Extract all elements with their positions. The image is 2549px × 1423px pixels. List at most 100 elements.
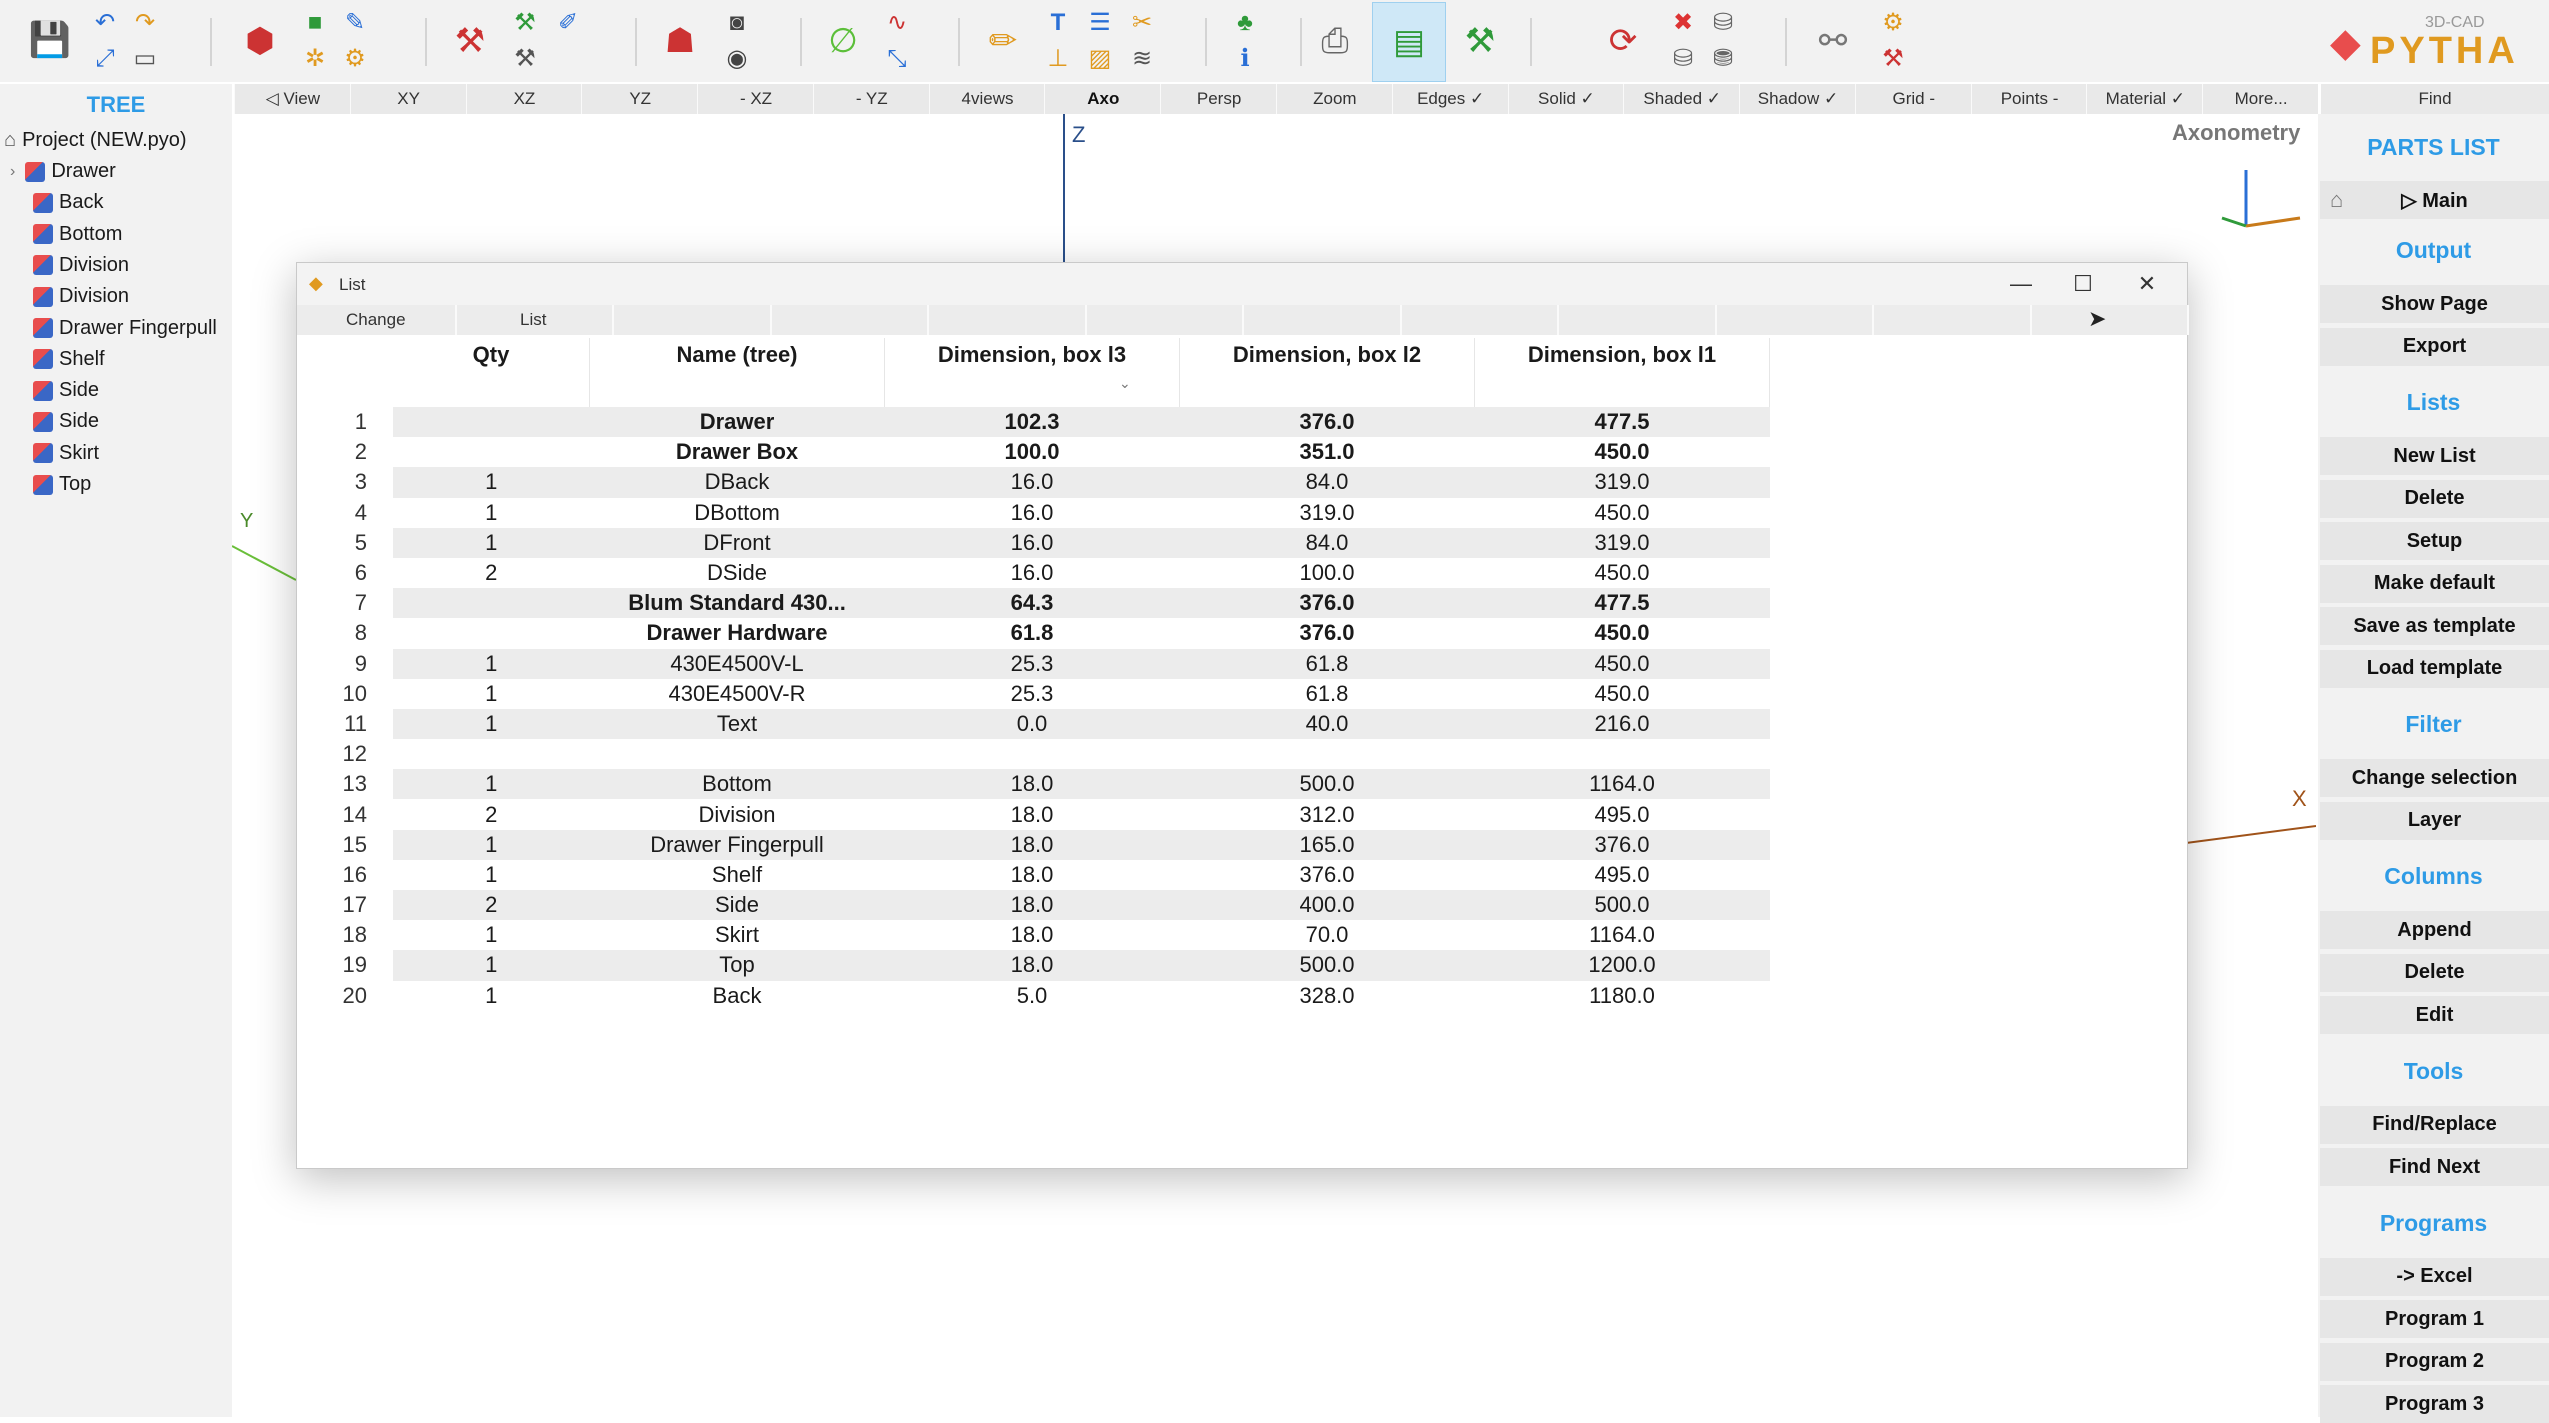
view-button-15[interactable]: Points - bbox=[1970, 84, 2088, 114]
table-row[interactable]: 19 1 Top 18.0 500.0 1200.0 bbox=[297, 950, 1770, 981]
panel-button[interactable]: -> Excel bbox=[2320, 1257, 2549, 1296]
panel-button[interactable]: Edit bbox=[2320, 996, 2549, 1034]
drill-icon[interactable]: ⚒ bbox=[1455, 18, 1505, 64]
panel-button[interactable]: Show Page bbox=[2320, 285, 2549, 323]
curve-icon[interactable]: ∿ bbox=[882, 8, 912, 38]
layers-icon[interactable]: ≋ bbox=[1127, 44, 1157, 74]
table-row[interactable]: 3 1 DBack 16.0 84.0 319.0 bbox=[297, 467, 1770, 498]
angle-icon[interactable]: ∅ bbox=[818, 18, 868, 64]
panel-button[interactable]: Make default bbox=[2320, 564, 2549, 603]
refresh-icon[interactable]: ⟳ bbox=[1598, 18, 1648, 64]
plus-object-icon[interactable]: ■ bbox=[300, 8, 330, 38]
tree-item[interactable]: Side bbox=[33, 406, 99, 437]
tree-item[interactable]: Side bbox=[33, 375, 99, 406]
table-row[interactable]: 4 1 DBottom 16.0 319.0 450.0 bbox=[297, 498, 1770, 528]
hammer-icon[interactable]: ⚒ bbox=[445, 18, 495, 64]
save-icon[interactable]: 💾 bbox=[29, 20, 71, 60]
main-button[interactable]: ⌂ ▷ Main bbox=[2320, 181, 2549, 219]
window-tab-empty[interactable] bbox=[2030, 305, 2189, 335]
table-row[interactable]: 9 1 430E4500V-L 25.3 61.8 450.0 bbox=[297, 648, 1770, 679]
edit-pencil-icon[interactable]: ✏ bbox=[978, 18, 1028, 64]
view-button-3[interactable]: YZ bbox=[581, 84, 698, 114]
undo-icon[interactable]: ↶ bbox=[90, 8, 120, 38]
eye-icon[interactable]: ◉ bbox=[722, 44, 752, 74]
view-button-1[interactable]: XY bbox=[349, 84, 467, 114]
transform-icon[interactable]: ⤡ bbox=[882, 44, 912, 74]
window-tab-empty[interactable] bbox=[1242, 305, 1402, 335]
parts-list-icon[interactable]: ▤ bbox=[1372, 2, 1446, 82]
redo-icon[interactable]: ↷ bbox=[130, 8, 160, 38]
stack-icon[interactable]: ⛁ bbox=[1708, 8, 1738, 38]
wrench2-icon[interactable]: ⚒ bbox=[1878, 44, 1908, 74]
tree-item[interactable]: Drawer Fingerpull bbox=[33, 313, 217, 344]
person-icon[interactable]: ☗ bbox=[655, 18, 705, 64]
printer-icon[interactable]: ⎙ bbox=[1310, 18, 1360, 64]
view-button-11[interactable]: Solid ✓ bbox=[1507, 84, 1625, 114]
hatch-icon[interactable]: ▨ bbox=[1085, 44, 1115, 74]
sofa-icon[interactable]: ⚯ bbox=[1808, 18, 1858, 64]
table-row[interactable]: 20 1 Back 5.0 328.0 1180.0 bbox=[297, 981, 1770, 1011]
tree-item[interactable]: Bottom bbox=[33, 219, 122, 250]
tree-item[interactable]: Division bbox=[33, 250, 129, 281]
delete-red-icon[interactable]: ✖ bbox=[1668, 8, 1698, 38]
maximize-icon[interactable]: ☐ bbox=[2053, 263, 2113, 305]
panel-button[interactable]: Find Next bbox=[2320, 1148, 2549, 1186]
table-row[interactable]: 10 1 430E4500V-R 25.3 61.8 450.0 bbox=[297, 679, 1770, 709]
view-button-14[interactable]: Grid - bbox=[1854, 84, 1972, 114]
window-tab-0[interactable]: Change bbox=[297, 305, 457, 335]
wrench-icon[interactable]: ⚙ bbox=[1878, 8, 1908, 38]
info-icon[interactable]: ℹ bbox=[1230, 44, 1260, 74]
window-tab-1[interactable]: List bbox=[455, 305, 614, 335]
tools-icon[interactable]: ⚒ bbox=[510, 8, 540, 38]
table-row[interactable]: 6 2 DSide 16.0 100.0 450.0 bbox=[297, 558, 1770, 588]
tree-item[interactable]: Shelf bbox=[33, 344, 105, 375]
window-tab-empty[interactable] bbox=[927, 305, 1087, 335]
table-row[interactable]: 7 Blum Standard 430... 64.3 376.0 477.5 bbox=[297, 588, 1770, 619]
view-button-10[interactable]: Edges ✓ bbox=[1391, 84, 1509, 114]
tree-item[interactable]: Top bbox=[33, 469, 91, 500]
window-tab-empty[interactable] bbox=[1715, 305, 1874, 335]
panel-button[interactable]: Program 1 bbox=[2320, 1300, 2549, 1338]
view-button-7[interactable]: Axo bbox=[1044, 84, 1161, 114]
panel-button[interactable]: Find/Replace bbox=[2320, 1105, 2549, 1144]
view-button-12[interactable]: Shaded ✓ bbox=[1623, 84, 1740, 114]
stack3-icon[interactable]: ⛃ bbox=[1708, 44, 1738, 74]
dimension-icon[interactable]: ⊥ bbox=[1043, 44, 1073, 74]
window-tab-empty[interactable] bbox=[770, 305, 929, 335]
tree-icon[interactable]: ♣ bbox=[1230, 8, 1260, 38]
view-button-2[interactable]: XZ bbox=[465, 84, 583, 114]
view-button-5[interactable]: - YZ bbox=[812, 84, 930, 114]
camera-icon[interactable]: ◙ bbox=[722, 8, 752, 38]
table-row[interactable]: 8 Drawer Hardware 61.8 376.0 450.0 bbox=[297, 618, 1770, 648]
chevron-right-icon[interactable]: › bbox=[10, 163, 15, 181]
window-tab-empty[interactable] bbox=[1085, 305, 1244, 335]
panel-button[interactable]: Delete bbox=[2320, 479, 2549, 518]
table-row[interactable]: 11 1 Text 0.0 40.0 216.0 bbox=[297, 708, 1770, 740]
panel-button[interactable]: Program 3 bbox=[2320, 1385, 2549, 1423]
view-button-6[interactable]: 4views bbox=[928, 84, 1046, 114]
hammer-small-icon[interactable]: ⚒ bbox=[510, 44, 540, 74]
table-row[interactable]: 18 1 Skirt 18.0 70.0 1164.0 bbox=[297, 920, 1770, 950]
panel-button[interactable]: Append bbox=[2320, 911, 2549, 949]
settings-gear2-icon[interactable]: ⚙ bbox=[340, 44, 370, 74]
table-row[interactable]: 16 1 Shelf 18.0 376.0 495.0 bbox=[297, 860, 1770, 890]
tree-project[interactable]: ⌂ Project (NEW.pyo) bbox=[4, 125, 187, 156]
table-row[interactable]: 17 2 Side 18.0 400.0 500.0 bbox=[297, 890, 1770, 921]
panel-button[interactable]: Delete bbox=[2320, 953, 2549, 992]
window-tab-empty[interactable] bbox=[612, 305, 772, 335]
window-titlebar[interactable]: ◆ List — ☐ ✕ bbox=[297, 263, 2187, 305]
panel-button[interactable]: Save as template bbox=[2320, 607, 2549, 645]
col-name[interactable]: Name (tree) bbox=[589, 338, 885, 407]
window-tab-empty[interactable] bbox=[1872, 305, 2032, 335]
panel-button[interactable]: Change selection bbox=[2320, 759, 2549, 797]
tree-item[interactable]: Division bbox=[33, 281, 129, 312]
panel-button[interactable]: Load template bbox=[2320, 649, 2549, 688]
window-tab-empty[interactable] bbox=[1400, 305, 1559, 335]
col-dim2[interactable]: Dimension, box l2 bbox=[1179, 338, 1475, 407]
table-row[interactable]: 12 bbox=[297, 739, 1770, 769]
model-icon[interactable]: ⬢ bbox=[235, 18, 285, 64]
close-icon[interactable]: ✕ bbox=[2117, 263, 2177, 305]
wizard-icon[interactable]: ⤢ bbox=[90, 44, 120, 74]
table-row[interactable]: 15 1 Drawer Fingerpull 18.0 165.0 376.0 bbox=[297, 829, 1770, 860]
table-row[interactable]: 2 Drawer Box 100.0 351.0 450.0 bbox=[297, 437, 1770, 467]
